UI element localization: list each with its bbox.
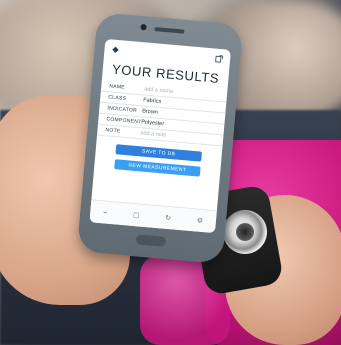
phone-screen: YOUR RESULTS NAME add a name CLASS Fabri… [89,38,231,234]
field-label: CLASS [108,94,127,102]
export-icon[interactable] [214,53,225,64]
front-camera [140,23,147,31]
photo-scene: YOUR RESULTS NAME add a name CLASS Fabri… [0,0,341,345]
field-value[interactable]: Brown [142,108,158,115]
field-value[interactable]: Polyester [141,119,164,127]
new-measurement-button[interactable]: NEW MEASUREMENT [114,159,201,177]
field-label: COMPONENT [106,116,142,126]
nav-item-refresh[interactable]: ↻ [165,213,172,222]
field-value[interactable]: Fabrics [143,97,161,105]
nav-item-database[interactable]: ▢ [133,210,140,220]
field-label: NOTE [105,127,121,135]
settings-icon: ⚙ [196,217,204,225]
home-button[interactable] [135,234,167,247]
field-value[interactable]: add a name [144,86,173,95]
field-label: NAME [109,83,126,91]
smartphone: YOUR RESULTS NAME add a name CLASS Fabri… [76,12,244,264]
logo-icon[interactable] [110,44,121,55]
chart-icon: ⌁ [102,208,108,217]
bottom-nav: ⌁ ▢ ↻ ⚙ [89,199,217,234]
field-label: INDICATOR [107,105,138,114]
speaker-grill [154,27,185,34]
results-fields: NAME add a name CLASS Fabrics INDICATOR … [96,80,228,147]
field-value[interactable]: add a note [140,130,166,138]
database-icon: ▢ [132,211,140,220]
save-to-db-button[interactable]: SAVE TO DB [115,144,202,162]
nav-item-chart[interactable]: ⌁ [103,208,108,217]
refresh-icon: ↻ [164,214,172,222]
nav-item-settings[interactable]: ⚙ [196,216,203,226]
